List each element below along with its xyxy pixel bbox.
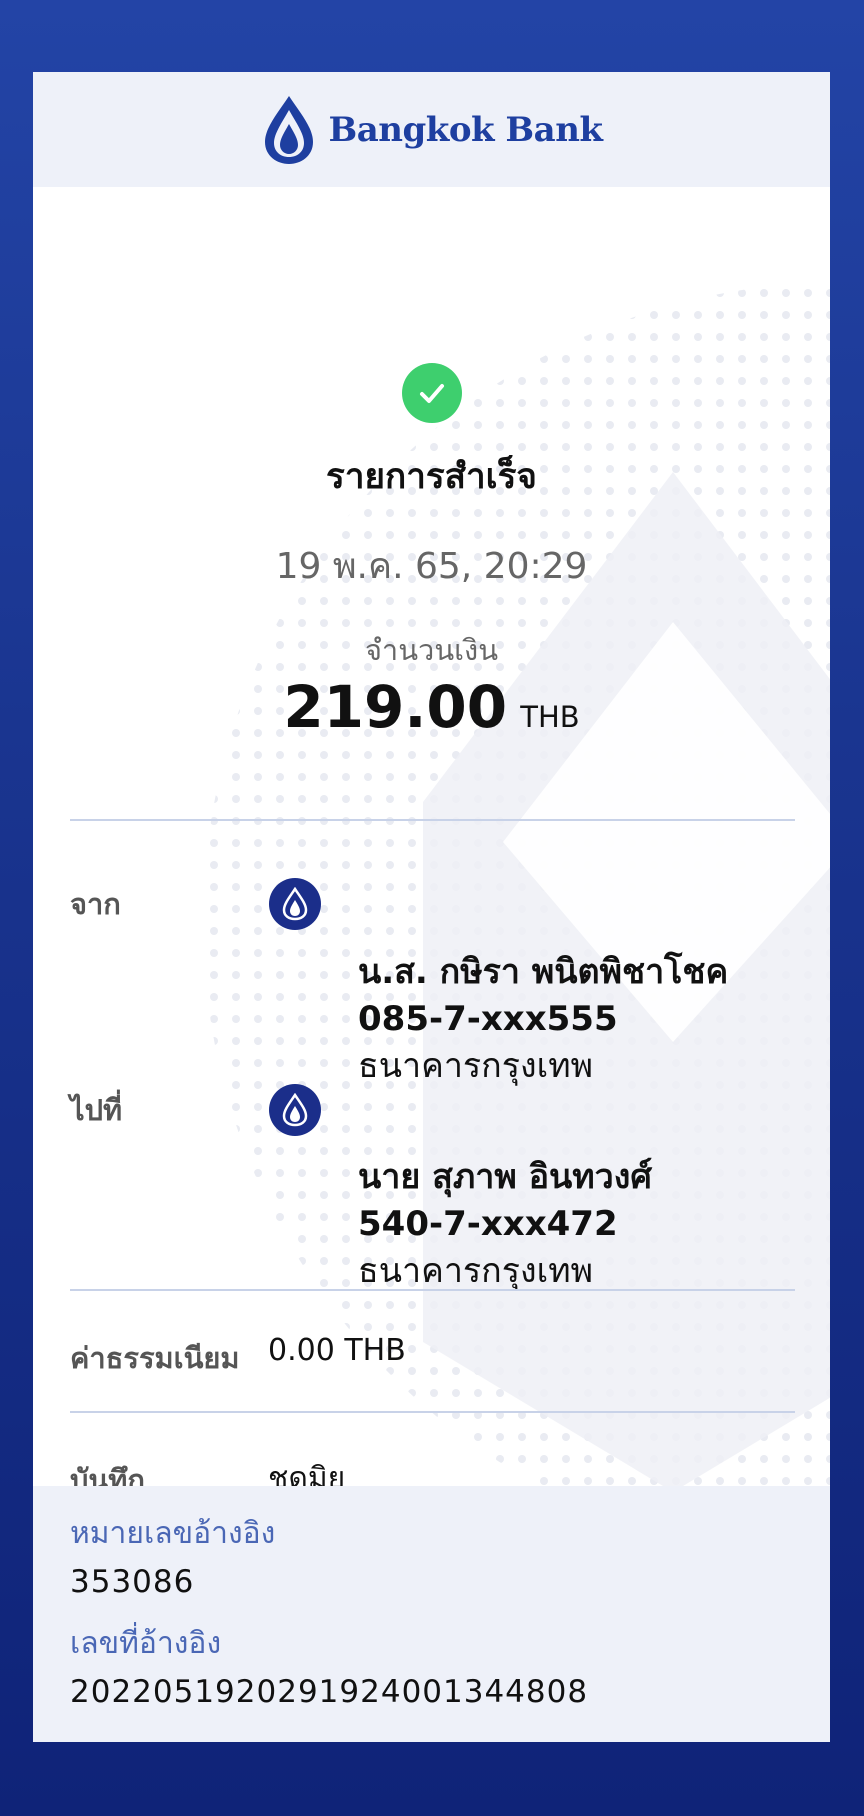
transaction-ref-label: เลขที่อ้างอิง [70, 1626, 222, 1661]
to-bank: ธนาคารกรุงเทพ [358, 1251, 594, 1291]
divider [70, 819, 795, 821]
from-name: น.ส. กษิรา พนิตพิชาโชค [358, 952, 729, 992]
amount-currency: THB [520, 700, 580, 734]
check-circle-icon [402, 363, 462, 423]
bangkok-bank-icon [269, 1084, 321, 1136]
to-name: นาย สุภาพ อินทวงศ์ [358, 1157, 652, 1197]
transaction-datetime: 19 พ.ค. 65, 20:29 [275, 546, 588, 587]
to-party: นาย สุภาพ อินทวงศ์ 540-7-xxx472 ธนาคารกร… [358, 1154, 652, 1295]
from-party: น.ส. กษิรา พนิตพิชาโชค 085-7-xxx555 ธนาค… [358, 949, 728, 1090]
amount: 219.00 THB [33, 673, 830, 741]
brand-header: Bangkok Bank [33, 72, 830, 187]
transfer-slip: Bangkok Bank รายการสำเร็จ 19 พ.ค. 65, 20… [33, 72, 830, 1742]
fee-value: 0.00 THB [268, 1333, 406, 1368]
reference-number-value: 353086 [70, 1564, 195, 1600]
reference-section: หมายเลขอ้างอิง 353086 เลขที่อ้างอิง 2022… [33, 1486, 830, 1742]
brand-name: Bangkok Bank [328, 109, 603, 150]
divider [70, 1289, 795, 1291]
amount-label: จำนวนเงิน [364, 633, 499, 667]
fee-label: ค่าธรรมเนียม [70, 1341, 240, 1375]
from-bank: ธนาคารกรุงเทพ [358, 1046, 594, 1086]
from-account: 085-7-xxx555 [358, 999, 618, 1039]
lotus-logo-icon [264, 95, 313, 164]
from-label: จาก [70, 887, 121, 921]
reference-number-label: หมายเลขอ้างอิง [70, 1516, 276, 1551]
to-account: 540-7-xxx472 [358, 1204, 618, 1244]
divider [70, 1411, 795, 1413]
amount-value: 219.00 [283, 673, 508, 741]
status-title: รายการสำเร็จ [326, 457, 537, 497]
transaction-ref-value: 2022051920291924001344808 [70, 1674, 589, 1710]
bangkok-bank-icon [269, 878, 321, 930]
to-label: ไปที่ [70, 1093, 123, 1127]
